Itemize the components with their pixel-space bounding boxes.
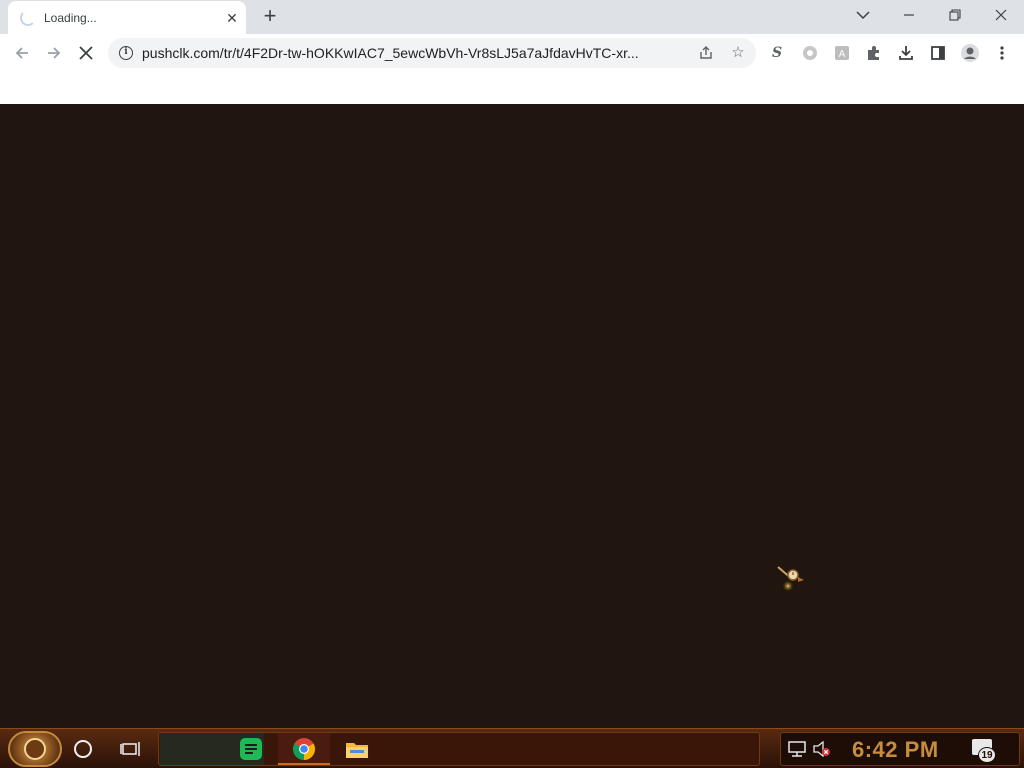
notification-count-badge: 19 [978, 747, 996, 763]
network-icon[interactable] [788, 741, 806, 757]
close-window-button[interactable] [978, 0, 1024, 30]
tab-strip: Loading... ✕ + [0, 0, 1024, 34]
task-view-icon[interactable] [119, 738, 143, 760]
file-explorer-icon[interactable] [345, 737, 369, 761]
download-icon[interactable] [896, 43, 916, 63]
chevron-down-icon [856, 11, 870, 20]
steampunk-start-icon [24, 738, 46, 760]
arrow-left-icon [15, 47, 28, 59]
chrome-icon[interactable] [292, 737, 316, 761]
chat-app-icon[interactable] [239, 737, 263, 761]
tab-loading[interactable]: Loading... ✕ [8, 1, 246, 34]
browser-toolbar: i pushclk.com/tr/t/4F2Dr-tw-hOKKwIAC7_5e… [0, 34, 1024, 71]
profile-icon[interactable] [960, 43, 980, 63]
steampunk-cursor-icon [777, 566, 804, 591]
s-extension-icon[interactable]: S [767, 43, 787, 63]
new-tab-button[interactable]: + [257, 4, 283, 30]
grey-circle-extension-icon[interactable] [800, 43, 820, 63]
stop-loading-icon [79, 46, 93, 60]
spinner-icon [20, 10, 36, 26]
restore-button[interactable] [932, 0, 978, 30]
clock-time[interactable]: 6:42 PM [852, 737, 939, 763]
tab-search-button[interactable] [840, 0, 886, 30]
stop-loading-button[interactable] [72, 39, 100, 67]
cortana-circle-icon[interactable] [74, 740, 92, 758]
close-icon [995, 9, 1007, 21]
tab-close-icon[interactable]: ✕ [222, 8, 242, 28]
more-vertical-icon[interactable] [992, 43, 1012, 63]
puzzle-icon[interactable] [864, 43, 884, 63]
restore-icon [949, 9, 961, 21]
forward-button[interactable] [40, 39, 68, 67]
share-icon[interactable] [695, 42, 717, 64]
svg-text:A: A [839, 49, 846, 60]
back-button[interactable] [8, 39, 36, 67]
page-content[interactable] [0, 104, 1024, 728]
a-extension-icon[interactable]: A [832, 43, 852, 63]
url-text[interactable]: pushclk.com/tr/t/4F2Dr-tw-hOKKwIAC7_5ewc… [142, 45, 687, 61]
page-top-white-area [0, 71, 1024, 104]
taskbar: 6:42 PM 19 [0, 728, 1024, 768]
bookmark-star-icon[interactable]: ☆ [727, 42, 749, 64]
start-button[interactable] [8, 731, 62, 767]
tab-title: Loading... [44, 11, 97, 25]
volume-muted-icon[interactable] [813, 741, 831, 757]
address-bar[interactable]: i pushclk.com/tr/t/4F2Dr-tw-hOKKwIAC7_5e… [108, 38, 756, 68]
arrow-right-icon [48, 47, 61, 59]
site-info-icon[interactable]: i [119, 46, 133, 60]
side-panel-icon[interactable] [928, 43, 948, 63]
minimize-icon [904, 14, 914, 16]
minimize-button[interactable] [886, 0, 932, 30]
